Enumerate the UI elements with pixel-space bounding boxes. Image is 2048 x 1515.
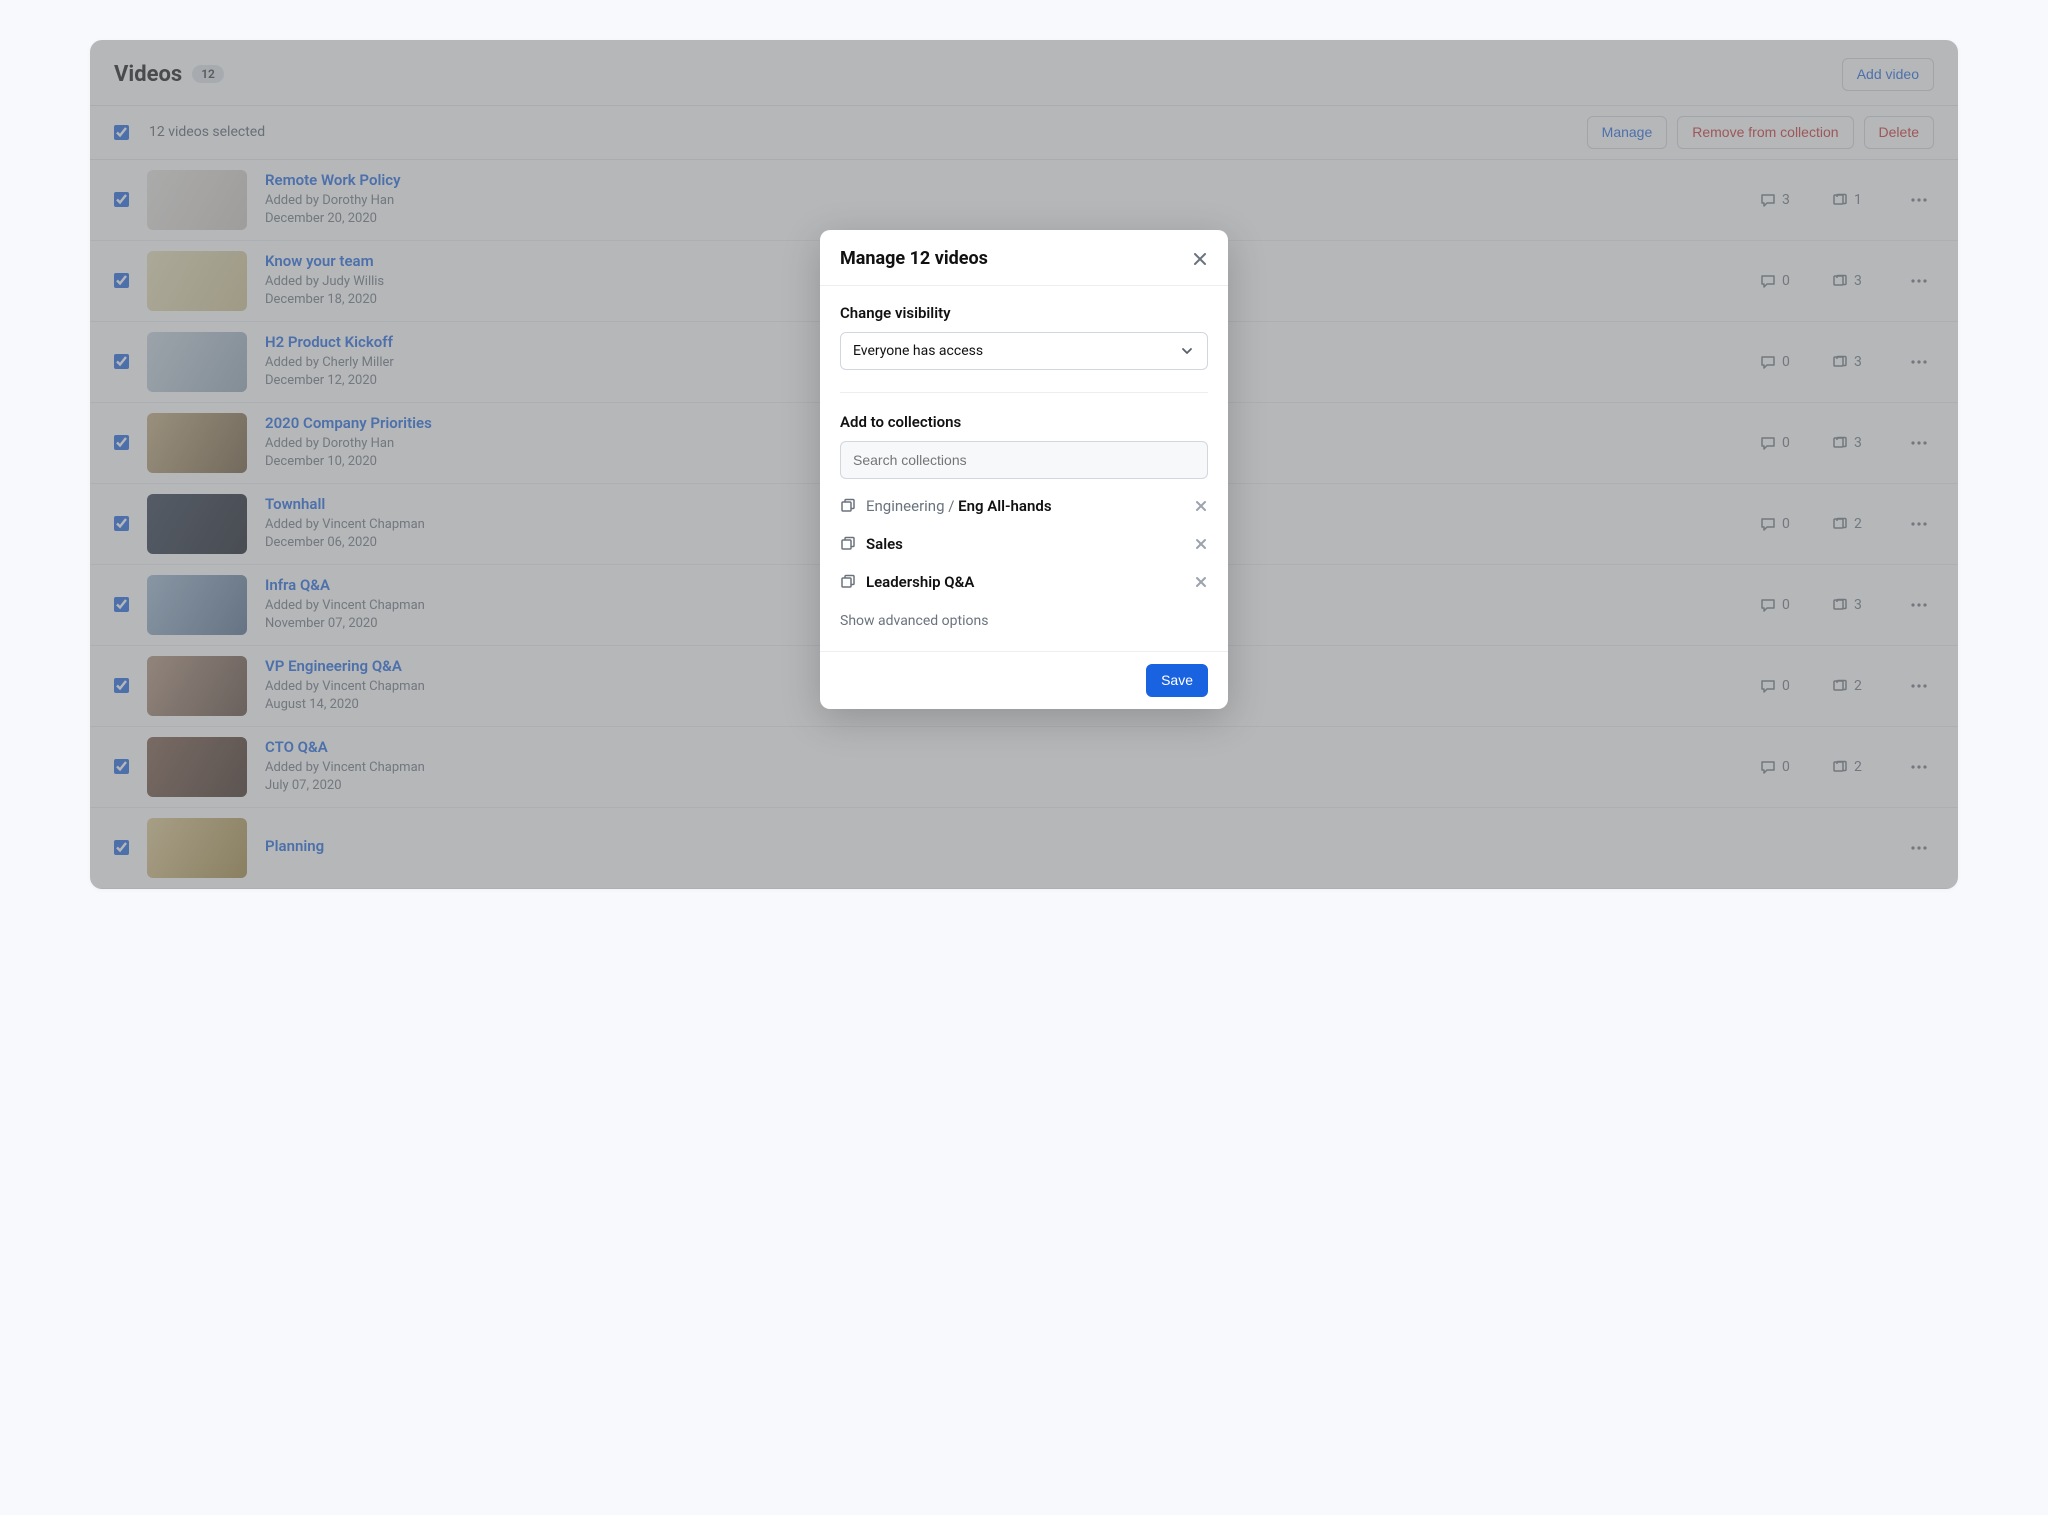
- collection-icon: [840, 498, 856, 514]
- close-icon: [1194, 537, 1208, 551]
- remove-collection-button[interactable]: [1194, 575, 1208, 589]
- collection-row: Sales: [840, 525, 1208, 563]
- collection-row: Engineering / Eng All-hands: [840, 487, 1208, 525]
- collection-icon: [840, 574, 856, 590]
- manage-modal: Manage 12 videos Change visibility Every…: [820, 230, 1228, 709]
- modal-title: Manage 12 videos: [840, 248, 988, 269]
- remove-collection-button[interactable]: [1194, 537, 1208, 551]
- add-to-collections-label: Add to collections: [840, 413, 1208, 431]
- remove-collection-button[interactable]: [1194, 499, 1208, 513]
- collection-icon: [840, 536, 856, 552]
- close-icon: [1192, 251, 1208, 267]
- chevron-down-icon: [1179, 343, 1195, 359]
- close-icon: [1194, 575, 1208, 589]
- collection-row: Leadership Q&A: [840, 563, 1208, 601]
- search-collections-input[interactable]: [840, 441, 1208, 479]
- close-icon: [1194, 499, 1208, 513]
- show-advanced-link[interactable]: Show advanced options: [840, 601, 1208, 647]
- main-card: Videos 12 Add video 12 videos selected M…: [90, 40, 1958, 889]
- collection-label: Leadership Q&A: [866, 573, 1184, 591]
- collection-list: Engineering / Eng All-hands Sales Leadersh…: [840, 487, 1208, 601]
- visibility-value: Everyone has access: [853, 343, 983, 359]
- modal-close-button[interactable]: [1192, 251, 1208, 267]
- collection-label: Sales: [866, 535, 1184, 553]
- collection-label: Engineering / Eng All-hands: [866, 497, 1184, 515]
- save-button[interactable]: Save: [1146, 664, 1208, 697]
- visibility-select[interactable]: Everyone has access: [840, 332, 1208, 370]
- visibility-label: Change visibility: [840, 304, 1208, 322]
